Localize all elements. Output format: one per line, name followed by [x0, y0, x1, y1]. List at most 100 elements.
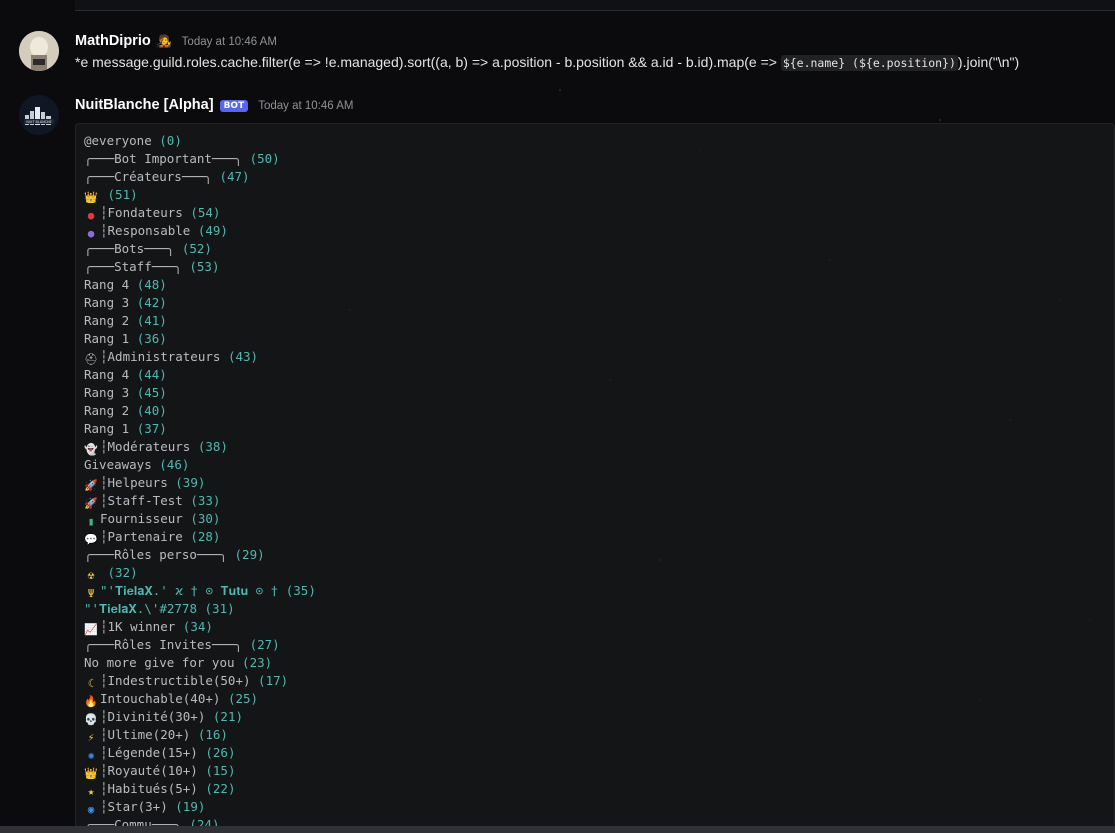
role-line: 🚀 ┆Helpeurs (39) [84, 474, 1114, 492]
role-line: Rang 4 (44) [84, 366, 1114, 384]
role-line: 📈 ┆1K winner (34) [84, 618, 1114, 636]
role-position: (34) [182, 619, 213, 634]
role-position: (30) [190, 511, 221, 526]
role-line: Rang 1 (36) [84, 330, 1114, 348]
role-position: (17) [258, 673, 289, 688]
role-line: ╭───Rôles Invites───╮ (27) [84, 636, 1114, 654]
role-line: ☾ ┆Indestructible(50+) (17) [84, 672, 1114, 690]
role-name: ┆Responsable [100, 223, 191, 238]
role-line: Rang 3 (42) [84, 294, 1114, 312]
role-line: 🔥 Intouchable(40+) (25) [84, 690, 1114, 708]
role-list: @everyone (0) ╭───Bot Important───╮ (50) ╭… [84, 132, 1114, 832]
role-line: Rang 4 (48) [84, 276, 1114, 294]
role-name: ┆Star(3+) [100, 799, 168, 814]
role-line: ╭───Staff───╮ (53) [84, 258, 1114, 276]
role-position: (48) [136, 277, 167, 292]
role-name: ┆Légende(15+) [100, 745, 198, 760]
username[interactable]: MathDiprio [75, 33, 151, 49]
message-header: MathDiprio 🧑‍🎤 Today at 10:46 AM [75, 33, 277, 49]
role-position: (19) [175, 799, 206, 814]
role-name: ╭───Créateurs───╮ [84, 169, 212, 184]
role-name: ┆Divinité(30+) [100, 709, 206, 724]
role-position: (29) [234, 547, 265, 562]
role-name: ┆Habitués(5+) [100, 781, 198, 796]
role-name: ┆Administrateurs [100, 349, 221, 364]
role-position: (47) [219, 169, 250, 184]
role-name: Rang 1 [84, 421, 130, 436]
role-name: Rang 3 [84, 385, 130, 400]
role-name: Rang 3 [84, 295, 130, 310]
rocket-icon: 🚀 [84, 479, 98, 492]
role-position: (44) [136, 367, 167, 382]
role-position: (23) [242, 655, 273, 670]
role-position: (45) [136, 385, 167, 400]
role-position: (15) [205, 763, 236, 778]
ghost-icon: 👻 [84, 443, 98, 456]
bot-tag: BOT [219, 100, 249, 112]
role-line: 💀 ┆Divinité(30+) (21) [84, 708, 1114, 726]
rocket-icon: 🚀 [84, 497, 98, 510]
role-name: Rang 4 [84, 277, 130, 292]
role-name: ╭───Bot Important───╮ [84, 151, 243, 166]
role-line: Rang 1 (37) [84, 420, 1114, 438]
role-position: (16) [197, 727, 228, 742]
trident-icon: Ψ [87, 587, 95, 600]
chart-icon: 📈 [84, 623, 98, 636]
command-text-prefix: *e message.guild.roles.cache.filter(e =>… [75, 54, 781, 70]
red-circle-icon: ● [87, 209, 95, 222]
crown-icon: 👑 [84, 767, 98, 780]
role-position: (51) [107, 187, 138, 202]
role-line: Rang 2 (41) [84, 312, 1114, 330]
role-name: @everyone [84, 133, 152, 148]
role-line: ╭───Bot Important───╮ (50) [84, 150, 1114, 168]
bot-username[interactable]: NuitBlanche [Alpha] [75, 97, 214, 113]
role-line: Ψ "'𝐓𝐢𝐞𝐥𝐚𝐗.' ϰ † ⊙ 𝐓𝐮𝐭𝐮 ⊙ † (35) [84, 582, 1114, 600]
globe-icon: ◉ [87, 803, 95, 816]
role-position: (49) [197, 223, 228, 238]
role-line: 👑 ┆Royauté(10+) (15) [84, 762, 1114, 780]
role-line: ⚡ ┆Ultime(20+) (16) [84, 726, 1114, 744]
role-line: ▮ Fournisseur (30) [84, 510, 1114, 528]
role-position: (26) [205, 745, 236, 760]
skull-icon: 💀 [84, 713, 98, 726]
role-position: (52) [181, 241, 212, 256]
avatar[interactable] [19, 31, 59, 71]
message-header: NuitBlanche [Alpha] BOT Today at 10:46 A… [75, 97, 353, 113]
role-position: (31) [204, 601, 235, 616]
role-line: ╭───Rôles perso───╮ (29) [84, 546, 1114, 564]
bot-avatar[interactable]: NUIT BLANCHE [19, 95, 59, 135]
role-name: "'𝐓𝐢𝐞𝐥𝐚𝐗.' ϰ † ⊙ 𝐓𝐮𝐭𝐮 ⊙ † [100, 583, 279, 598]
role-name: ╭───Bots───╮ [84, 241, 175, 256]
role-position: (0) [159, 133, 182, 148]
previous-message-edge [75, 0, 1115, 11]
fire-icon: 🔥 [84, 695, 98, 708]
code-block: @everyone (0) ╭───Bot Important───╮ (50) ╭… [75, 123, 1115, 833]
role-position: (40) [136, 403, 167, 418]
crystal-ball-icon: ● [87, 227, 95, 240]
role-name: ┆1K winner [100, 619, 176, 634]
role-position: (53) [189, 259, 220, 274]
role-position: (42) [136, 295, 167, 310]
crown-icon: 👑 [84, 191, 98, 204]
role-line: "'𝐓𝐢𝐞𝐥𝐚𝐗.\'#2778 (31) [84, 600, 1114, 618]
helmet-icon: ⛑ [84, 353, 98, 366]
role-line: Giveaways (46) [84, 456, 1114, 474]
bottom-edge [0, 826, 1115, 833]
role-position: (36) [136, 331, 167, 346]
role-line: 👑 (51) [84, 186, 1114, 204]
battery-icon: ▮ [87, 515, 95, 528]
role-position: (28) [190, 529, 221, 544]
city-logo-icon: NUIT BLANCHE [19, 95, 59, 135]
role-name: ╭───Staff───╮ [84, 259, 182, 274]
timestamp: Today at 10:46 AM [258, 100, 354, 112]
role-position: (39) [175, 475, 206, 490]
role-name: ┆Indestructible(50+) [100, 673, 251, 688]
role-line: 👻 ┆Modérateurs (38) [84, 438, 1114, 456]
role-line: 💬 ┆Partenaire (28) [84, 528, 1114, 546]
role-position: (33) [190, 493, 221, 508]
role-line: ╭───Bots───╮ (52) [84, 240, 1114, 258]
role-line: Rang 2 (40) [84, 402, 1114, 420]
role-name: Rang 2 [84, 313, 130, 328]
role-name: No more give for you [84, 655, 235, 670]
timestamp: Today at 10:46 AM [181, 36, 277, 48]
